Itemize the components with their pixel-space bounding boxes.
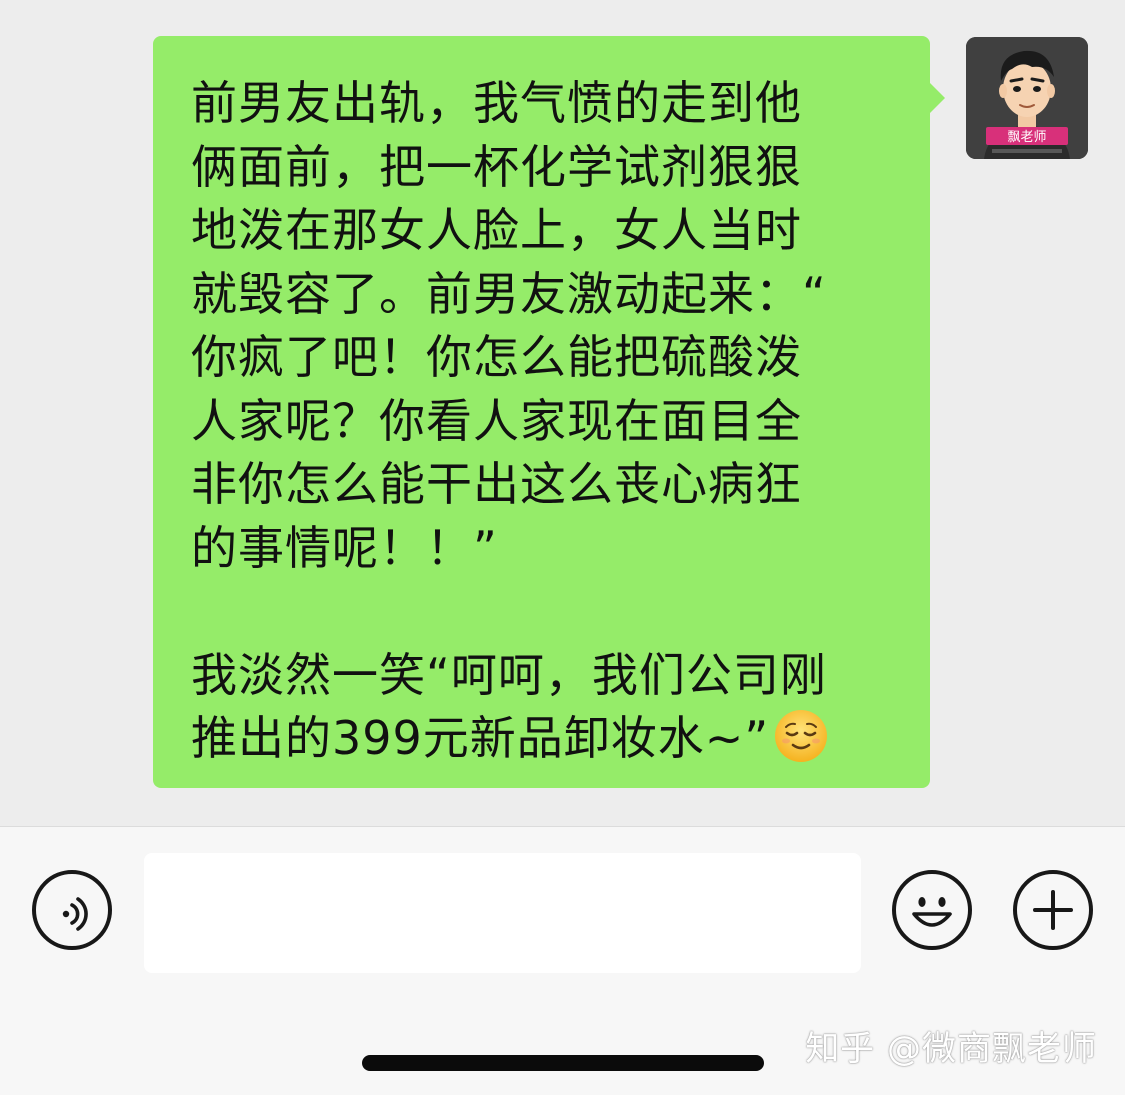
voice-button[interactable]	[32, 870, 112, 950]
message-input[interactable]	[144, 853, 861, 973]
plus-circle-icon	[1033, 890, 1073, 930]
relieved-face-emoji-icon	[775, 710, 828, 762]
voice-icon	[62, 897, 88, 931]
emoji-button[interactable]	[892, 870, 972, 950]
avatar-cartoon-icon: 飘老师	[966, 37, 1088, 159]
home-indicator[interactable]	[362, 1055, 764, 1071]
bubble-tail	[929, 82, 945, 114]
avatar[interactable]: 飘老师	[966, 37, 1088, 159]
chat-area[interactable]: 前男友出轨，我气愤的走到他 俩面前，把一杯化学试剂狠狠 地泼在那女人脸上，女人当…	[0, 0, 1125, 826]
message-text: 前男友出轨，我气愤的走到他 俩面前，把一杯化学试剂狠狠 地泼在那女人脸上，女人当…	[191, 76, 827, 765]
smiley-face-icon	[912, 897, 952, 927]
input-bar: 知乎 @微商飘老师	[0, 826, 1125, 1095]
avatar-badge-label: 飘老师	[1007, 130, 1046, 145]
sent-message-bubble[interactable]: 前男友出轨，我气愤的走到他 俩面前，把一杯化学试剂狠狠 地泼在那女人脸上，女人当…	[153, 36, 945, 788]
add-button[interactable]	[1013, 870, 1093, 950]
watermark: 知乎 @微商飘老师	[805, 1029, 1097, 1069]
